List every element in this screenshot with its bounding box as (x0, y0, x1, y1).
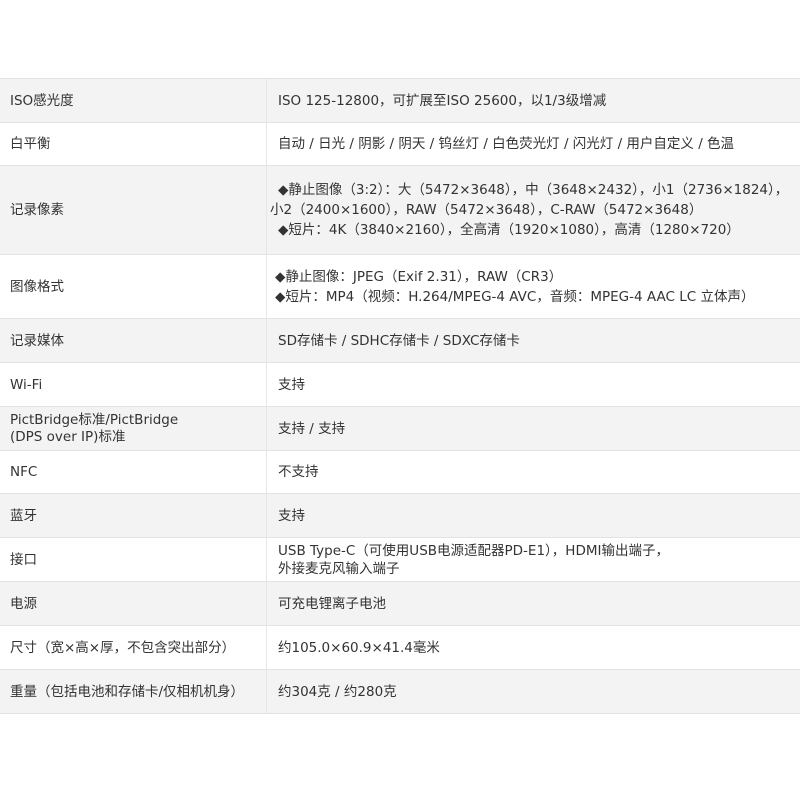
spec-value: 自动 / 日光 / 阴影 / 阴天 / 钨丝灯 / 白色荧光灯 / 闪光灯 / … (266, 122, 800, 166)
spec-row-dimensions: 尺寸（宽×高×厚，不包含突出部分） 约105.0×60.9×41.4毫米 (0, 625, 800, 670)
spec-label: 图像格式 (0, 254, 267, 319)
spec-label: 白平衡 (0, 122, 267, 166)
spec-label: ISO感光度 (0, 78, 267, 123)
spec-value: 支持 (266, 493, 800, 538)
spec-value: 可充电锂离子电池 (266, 581, 800, 626)
spec-row-power: 电源 可充电锂离子电池 (0, 581, 800, 626)
spec-value: 约304克 / 约280克 (266, 669, 800, 714)
spec-row-iso: ISO感光度 ISO 125-12800，可扩展至ISO 25600，以1/3级… (0, 78, 800, 123)
spec-value: USB Type-C（可使用USB电源适配器PD-E1），HDMI输出端子， 外… (266, 537, 800, 582)
spec-row-interface: 接口 USB Type-C（可使用USB电源适配器PD-E1），HDMI输出端子… (0, 537, 800, 582)
spec-label: PictBridge标准/PictBridge (DPS over IP)标准 (0, 406, 267, 451)
spec-value: ◆静止图像：JPEG（Exif 2.31），RAW（CR3） ◆短片：MP4（视… (266, 254, 800, 319)
spec-value: ISO 125-12800，可扩展至ISO 25600，以1/3级增减 (266, 78, 800, 123)
spec-row-recording-media: 记录媒体 SD存储卡 / SDHC存储卡 / SDXC存储卡 (0, 318, 800, 363)
spec-label: 尺寸（宽×高×厚，不包含突出部分） (0, 625, 267, 670)
spec-row-bluetooth: 蓝牙 支持 (0, 493, 800, 538)
spec-label: NFC (0, 450, 267, 494)
spec-value: 不支持 (266, 450, 800, 494)
spec-row-pictbridge: PictBridge标准/PictBridge (DPS over IP)标准 … (0, 406, 800, 451)
spec-label: 电源 (0, 581, 267, 626)
spec-row-weight: 重量（包括电池和存储卡/仅相机机身） 约304克 / 约280克 (0, 669, 800, 714)
spec-label: Wi-Fi (0, 362, 267, 407)
spec-value: 支持 (266, 362, 800, 407)
spec-value: 支持 / 支持 (266, 406, 800, 451)
spec-label: 重量（包括电池和存储卡/仅相机机身） (0, 669, 267, 714)
spec-label: 记录媒体 (0, 318, 267, 363)
spec-label: 蓝牙 (0, 493, 267, 538)
spec-row-image-format: 图像格式 ◆静止图像：JPEG（Exif 2.31），RAW（CR3） ◆短片：… (0, 254, 800, 319)
spec-row-white-balance: 白平衡 自动 / 日光 / 阴影 / 阴天 / 钨丝灯 / 白色荧光灯 / 闪光… (0, 122, 800, 166)
spec-row-recording-pixels: 记录像素 ◆静止图像（3:2）：大（5472×3648），中（3648×2432… (0, 165, 800, 255)
spec-row-wifi: Wi-Fi 支持 (0, 362, 800, 407)
spec-row-nfc: NFC 不支持 (0, 450, 800, 494)
spec-label: 接口 (0, 537, 267, 582)
spec-label: 记录像素 (0, 165, 267, 255)
spec-value: 约105.0×60.9×41.4毫米 (266, 625, 800, 670)
spec-value: ◆静止图像（3:2）：大（5472×3648），中（3648×2432），小1（… (266, 165, 800, 255)
spec-value: SD存储卡 / SDHC存储卡 / SDXC存储卡 (266, 318, 800, 363)
spec-table: ISO感光度 ISO 125-12800，可扩展至ISO 25600，以1/3级… (0, 78, 800, 714)
